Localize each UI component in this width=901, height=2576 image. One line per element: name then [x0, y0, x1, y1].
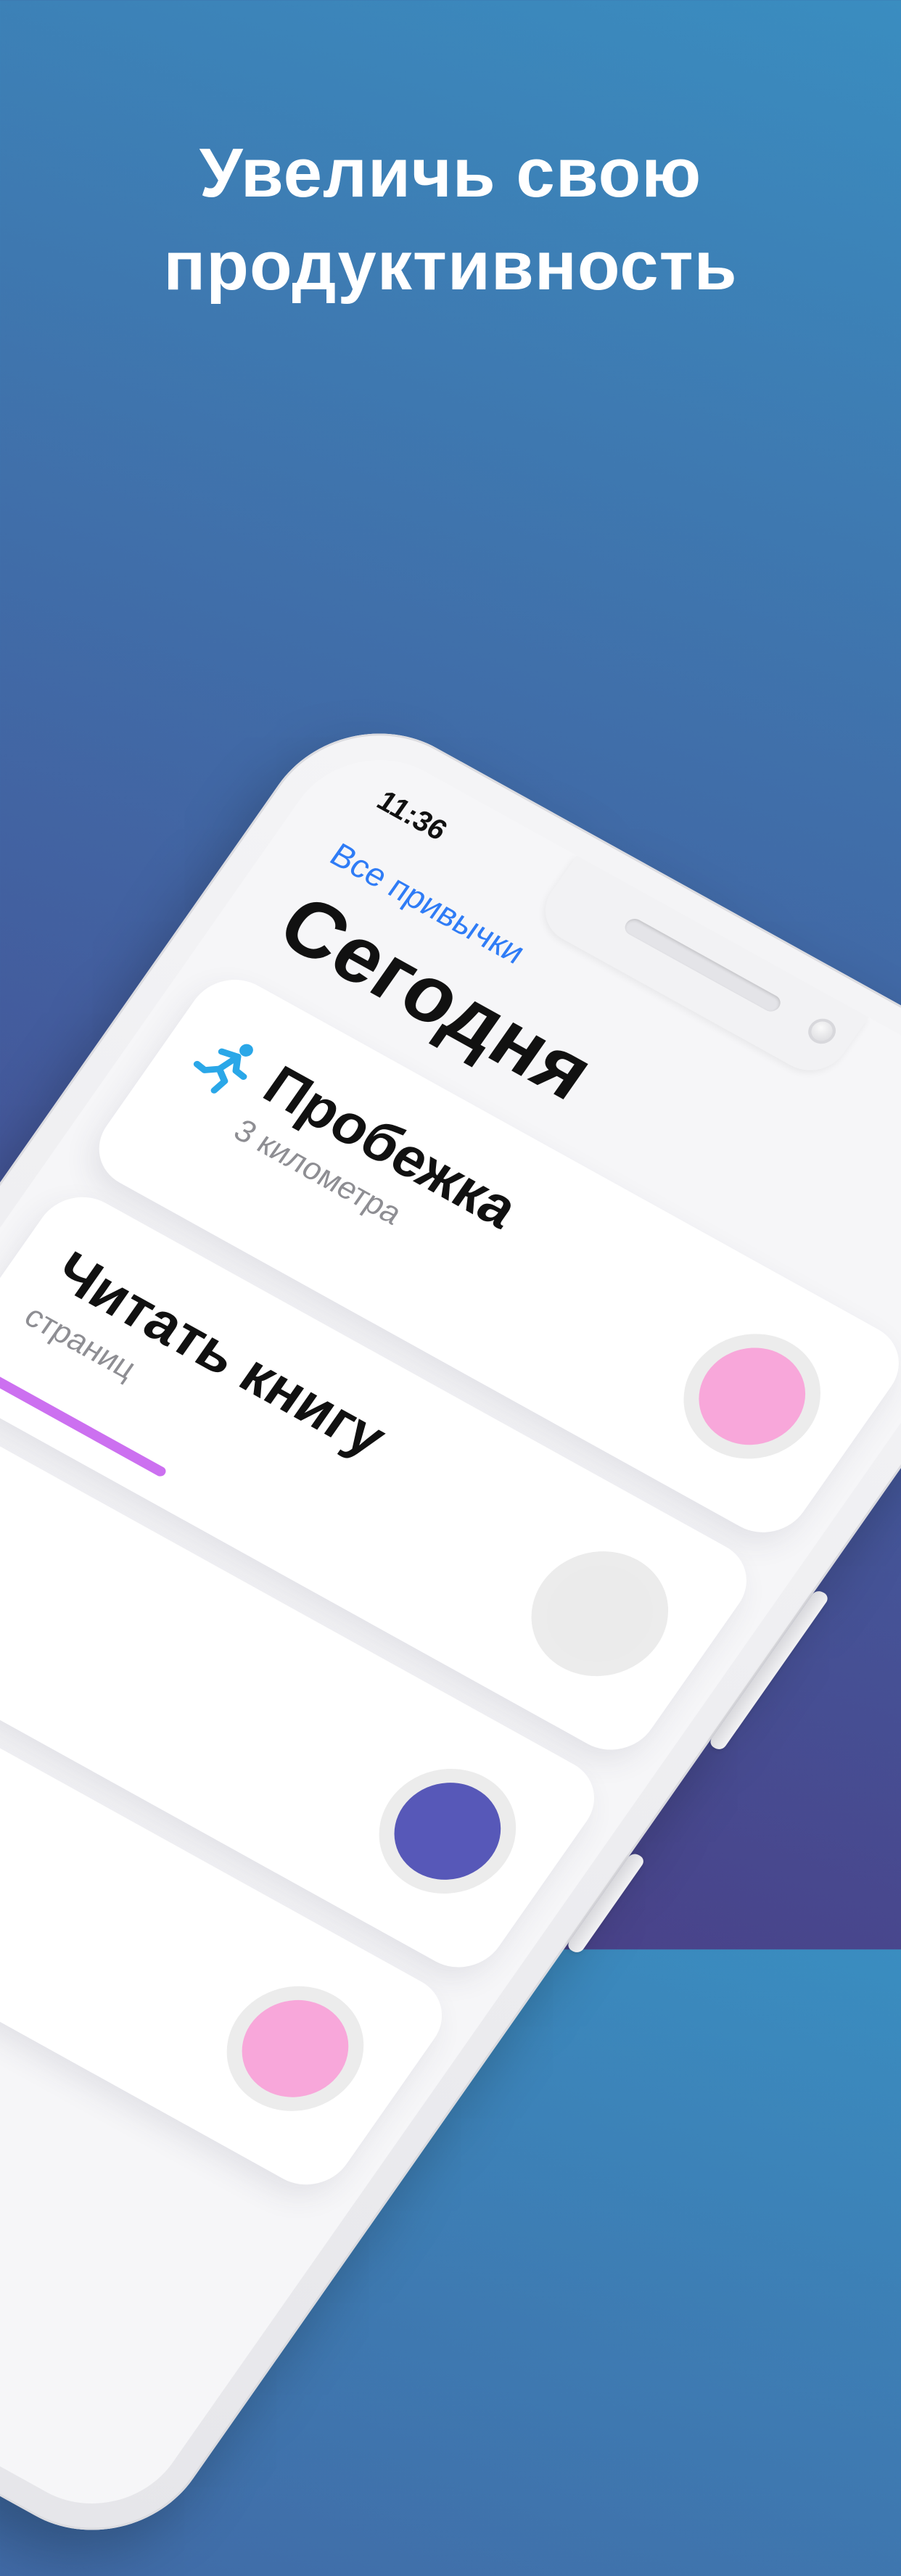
running-person-icon [193, 1044, 253, 1094]
habit-complete-toggle[interactable] [200, 1963, 390, 2134]
headline-line-1: Увеличь свою [199, 134, 702, 212]
toggle-dot [374, 1764, 522, 1898]
phone-mockup: 11:36 Все привычки Сегодня Пробежка 3 ки… [0, 695, 901, 2569]
toggle-dot [678, 1329, 826, 1463]
toggle-dot [221, 1982, 369, 2115]
toggle-dot [526, 1547, 674, 1680]
habit-complete-toggle[interactable] [657, 1310, 847, 1482]
habit-complete-toggle[interactable] [353, 1746, 543, 1917]
headline: Увеличь свою продуктивность [0, 127, 901, 313]
front-camera [802, 1014, 842, 1049]
status-time: 11:36 [371, 785, 453, 847]
habit-list: Пробежка 3 километра Читать книгу страни… [0, 964, 901, 2221]
headline-line-2: продуктивность [163, 227, 738, 305]
habit-complete-toggle[interactable] [505, 1528, 695, 1699]
